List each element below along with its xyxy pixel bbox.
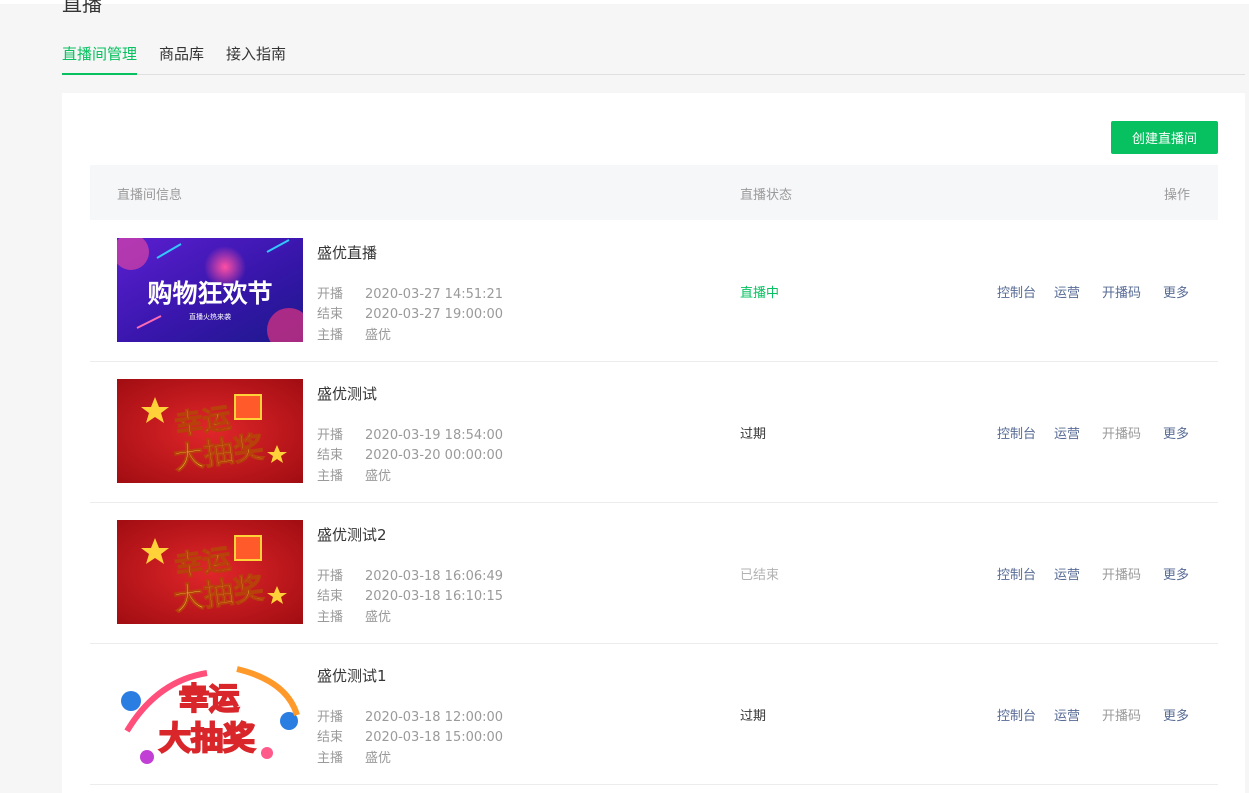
end-time: 结束 2020-03-27 19:00:00 xyxy=(317,307,504,322)
table-header: 直播间信息 直播状态 操作 xyxy=(90,165,1218,220)
room-poster[interactable]: 幸运 大抽奖 xyxy=(117,520,303,624)
console-link[interactable]: 控制台 xyxy=(997,564,1036,583)
stream-code-link[interactable]: 开播码 xyxy=(1102,282,1141,301)
host-name: 主播 盛优 xyxy=(317,751,392,766)
console-link[interactable]: 控制台 xyxy=(997,282,1036,301)
tab-live-room-management[interactable]: 直播间管理 xyxy=(62,44,138,75)
console-link[interactable]: 控制台 xyxy=(997,705,1036,724)
start-time: 开播 2020-03-18 12:00:00 xyxy=(317,710,504,725)
table-row: 幸运 大抽奖 盛优测试 开播 2020-03-19 18:54:00 结束 2020… xyxy=(90,361,1218,503)
room-name: 盛优测试 xyxy=(317,385,378,403)
room-name: 盛优测试2 xyxy=(317,526,387,544)
stream-code-link[interactable]: 开播码 xyxy=(1102,564,1141,583)
more-link[interactable]: 更多 xyxy=(1163,423,1189,442)
lucky-draw-colorful-poster-image: 幸运 大抽奖 xyxy=(117,661,303,765)
room-poster[interactable]: 幸运 大抽奖 xyxy=(117,661,303,765)
tab-product-library[interactable]: 商品库 xyxy=(159,44,204,73)
svg-text:购物狂欢节: 购物狂欢节 xyxy=(147,279,272,308)
console-link[interactable]: 控制台 xyxy=(997,423,1036,442)
operations-link[interactable]: 运营 xyxy=(1054,564,1080,583)
top-bar xyxy=(0,0,1249,4)
room-name: 盛优直播 xyxy=(317,244,378,262)
stream-code-link[interactable]: 开播码 xyxy=(1102,423,1141,442)
more-link[interactable]: 更多 xyxy=(1163,564,1189,583)
tab-bar: 直播间管理 商品库 接入指南 xyxy=(62,44,1245,75)
start-time: 开播 2020-03-19 18:54:00 xyxy=(317,428,504,443)
header-operations: 操作 xyxy=(1164,188,1191,203)
live-room-card: 创建直播间 直播间信息 直播状态 操作 购物狂欢节 直播火热来袭 盛优直播 开播… xyxy=(62,93,1245,793)
shopping-festival-poster-image: 购物狂欢节 直播火热来袭 xyxy=(117,238,303,342)
svg-text:大抽奖: 大抽奖 xyxy=(159,719,255,757)
header-live-status: 直播状态 xyxy=(740,188,793,203)
tab-access-guide[interactable]: 接入指南 xyxy=(226,44,286,73)
header-room-info: 直播间信息 xyxy=(117,188,183,203)
end-time: 结束 2020-03-18 15:00:00 xyxy=(317,730,504,745)
table-row: 幸运 大抽奖 盛优测试1 开播 2020-03-18 12:00:00 结束 202… xyxy=(90,643,1218,785)
live-status: 直播中 xyxy=(740,286,780,301)
host-name: 主播 盛优 xyxy=(317,328,392,343)
page-title: 直播 xyxy=(62,0,102,16)
start-time: 开播 2020-03-27 14:51:21 xyxy=(317,287,504,302)
stream-code-link[interactable]: 开播码 xyxy=(1102,705,1141,724)
operations-link[interactable]: 运营 xyxy=(1054,282,1080,301)
end-time: 结束 2020-03-20 00:00:00 xyxy=(317,448,504,463)
room-poster[interactable]: 购物狂欢节 直播火热来袭 xyxy=(117,238,303,342)
more-link[interactable]: 更多 xyxy=(1163,705,1189,724)
room-name: 盛优测试1 xyxy=(317,667,387,685)
host-name: 主播 盛优 xyxy=(317,610,392,625)
operations-link[interactable]: 运营 xyxy=(1054,423,1080,442)
start-time: 开播 2020-03-18 16:06:49 xyxy=(317,569,504,584)
create-live-room-button[interactable]: 创建直播间 xyxy=(1111,121,1218,154)
operations-link[interactable]: 运营 xyxy=(1054,705,1080,724)
svg-text:直播火热来袭: 直播火热来袭 xyxy=(189,312,231,321)
end-time: 结束 2020-03-18 16:10:15 xyxy=(317,589,504,604)
lucky-draw-poster-image: 幸运 大抽奖 xyxy=(117,520,303,624)
live-status: 过期 xyxy=(740,709,767,724)
table-row: 幸运 大抽奖 盛优测试2 开播 2020-03-18 16:06:49 结束 202… xyxy=(90,502,1218,644)
live-status: 过期 xyxy=(740,427,767,442)
room-poster[interactable]: 幸运 大抽奖 xyxy=(117,379,303,483)
table-row: 购物狂欢节 直播火热来袭 盛优直播 开播 2020-03-27 14:51:21 … xyxy=(90,220,1218,362)
host-name: 主播 盛优 xyxy=(317,469,392,484)
live-status: 已结束 xyxy=(740,568,780,583)
svg-text:幸运: 幸运 xyxy=(179,682,239,717)
more-link[interactable]: 更多 xyxy=(1163,282,1189,301)
lucky-draw-poster-image: 幸运 大抽奖 xyxy=(117,379,303,483)
